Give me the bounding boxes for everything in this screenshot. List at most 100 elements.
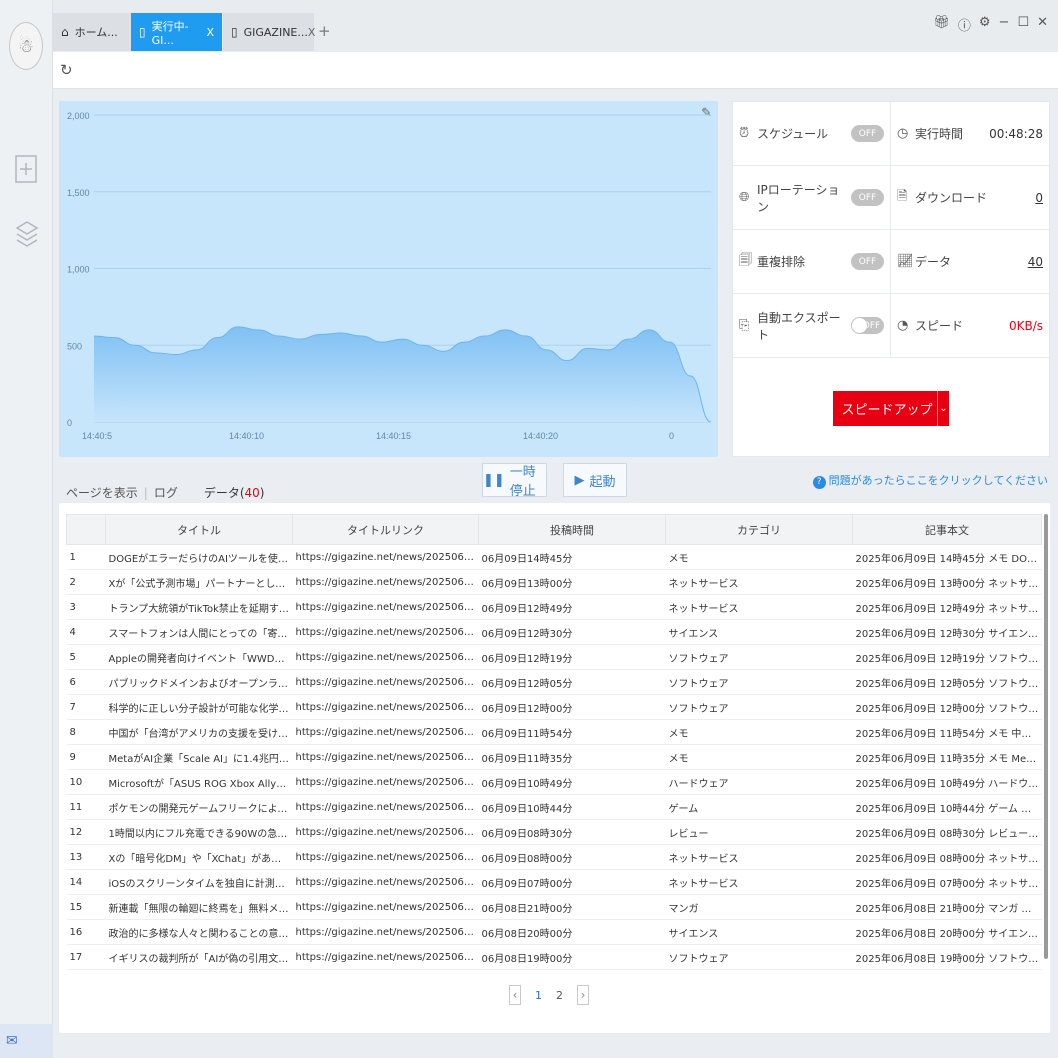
- start-button[interactable]: ▶ 起動: [563, 463, 627, 497]
- close-tab-button[interactable]: X: [206, 26, 214, 39]
- table-cell: MetaがAI企業「Scale AI」に1.4兆円規模の投資を...: [105, 744, 293, 770]
- tab-page-view[interactable]: ページを表示: [66, 484, 144, 501]
- help-link[interactable]: ? 問題があったらここをクリックしてください: [812, 472, 1048, 489]
- pause-icon: ❚❚: [483, 472, 505, 488]
- tab-running[interactable]: ▯ 実行中-GI... X: [131, 13, 222, 51]
- table-row[interactable]: 10Microsoftが「ASUS ROG Xbox Ally」で携帯型ゲ...…: [66, 769, 1042, 795]
- pause-label: 一時停止: [509, 465, 536, 499]
- settings-icon[interactable]: ⚙: [979, 15, 991, 34]
- next-page-button[interactable]: ›: [577, 985, 589, 1005]
- table-cell: 2025年06月09日 11時54分 メモ 中国が「台湾が...: [852, 719, 1042, 745]
- table-row[interactable]: 7科学的に正しい分子設計が可能な化学特化AI推論...https://gigaz…: [66, 694, 1042, 720]
- download-value[interactable]: 0: [1035, 191, 1043, 205]
- data-value[interactable]: 40: [1028, 255, 1043, 269]
- row-index: 5: [66, 644, 106, 670]
- prev-page-button[interactable]: ‹: [509, 985, 521, 1005]
- speed-value: 0KB/s: [1008, 318, 1043, 333]
- row-index: 13: [66, 844, 106, 870]
- table-row[interactable]: 13Xの「暗号化DM」や「XChat」があまりよくない...https://gi…: [66, 844, 1042, 870]
- table-cell: Microsoftが「ASUS ROG Xbox Ally」で携帯型ゲ...: [105, 769, 293, 795]
- ip-rotation-toggle[interactable]: OFF: [851, 189, 884, 206]
- table-cell: ネットサービス: [665, 844, 853, 870]
- table-row[interactable]: 8中国が「台湾がアメリカの支援を受けて5つのサ...https://gigazi…: [66, 719, 1042, 745]
- table-row[interactable]: 16政治的に多様な人々と関わることの意外なデメリ...https://gigaz…: [66, 919, 1042, 945]
- refresh-icon[interactable]: ↻: [60, 61, 73, 79]
- column-header[interactable]: カテゴリ: [665, 514, 853, 545]
- table-row[interactable]: 2Xが「公式予測市場」パートナーとしてPolymark...https://gi…: [66, 569, 1042, 595]
- column-header[interactable]: タイトルリンク: [292, 514, 479, 545]
- table-row[interactable]: 6パブリックドメインおよびオープンライセンスの...https://gigazi…: [66, 669, 1042, 695]
- table-cell: https://gigazine.net/news/20250609-x-pol…: [292, 569, 479, 595]
- table-row[interactable]: 1DOGEがエラーだらけのAIツールを使って医療サ...https://giga…: [66, 544, 1042, 570]
- table-cell: 1時間以内にフル充電できる90Wの急速充電器が...: [105, 819, 293, 845]
- table-row[interactable]: 17イギリスの裁判所が「AIが偽の引用文を生成した...https://giga…: [66, 944, 1042, 970]
- table-row[interactable]: 11ポケモンの開発元ゲームフリークによるアクショ...https://gigaz…: [66, 794, 1042, 820]
- gift-icon[interactable]: 🎁︎: [933, 15, 950, 34]
- table-cell: https://gigazine.net/news/20250609-beast…: [292, 794, 479, 820]
- tab-home[interactable]: ⌂ ホーム...: [53, 13, 131, 51]
- close-icon[interactable]: ✕: [1037, 15, 1048, 34]
- table-cell: https://gigazine.net/news/20250608-polit…: [292, 919, 479, 945]
- tab-gigazine[interactable]: ▯ GIGAZINE... X: [223, 13, 316, 51]
- table-cell: 2025年06月09日 12時49分 ネットサービス トラ...: [852, 594, 1042, 620]
- row-index: 12: [66, 819, 106, 845]
- table-cell: 2025年06月09日 11時35分 メモ MetaがAI企業「S...: [852, 744, 1042, 770]
- column-header[interactable]: タイトル: [105, 514, 293, 545]
- row-index: 17: [66, 944, 106, 970]
- auto-export-label: 自動エクスポート: [757, 310, 841, 342]
- table-cell: https://gigazine.net/news/20250609-meta-…: [292, 744, 479, 770]
- table-row[interactable]: 9MetaがAI企業「Scale AI」に1.4兆円規模の投資を...https…: [66, 744, 1042, 770]
- new-task-icon[interactable]: [15, 155, 37, 188]
- chevron-down-icon[interactable]: ⌄: [937, 391, 949, 426]
- data-table: タイトル タイトルリンク 投稿時間 カテゴリ 記事本文 1 DOGEがエラーだらけ…: [66, 514, 1042, 970]
- speed-label: スピード: [915, 319, 964, 333]
- table-cell: 中国が「台湾がアメリカの支援を受けて5つのサ...: [105, 719, 293, 745]
- table-row[interactable]: 5Appleの開発者向けイベント「WWDC2025」で発...https://g…: [66, 644, 1042, 670]
- row-index: 6: [66, 669, 106, 695]
- download-label: ダウンロード: [915, 191, 988, 205]
- table-cell: https://gigazine.net/news/20250609-eleut…: [292, 669, 479, 695]
- add-tab-button[interactable]: +: [318, 22, 331, 40]
- table-row[interactable]: 4スマートフォンは人間にとっての「寄生虫」なの...https://gigazi…: [66, 619, 1042, 645]
- auto-export-toggle[interactable]: OFF: [851, 317, 884, 334]
- column-header[interactable]: 投稿時間: [478, 514, 666, 545]
- message-icon[interactable]: ✉: [0, 1024, 53, 1058]
- speed-chart: ✎ 2,000 1,500 1,000 500 0 14:40:5 14:40:10 14:4…: [59, 101, 718, 457]
- speed-up-label: スピードアップ: [841, 403, 933, 418]
- table-cell: 2025年06月09日 07時00分 ネットサービス iOSの...: [852, 869, 1042, 895]
- page-2[interactable]: 2: [556, 989, 563, 1002]
- minimize-icon[interactable]: −: [999, 15, 1010, 34]
- table-row[interactable]: 15新連載「無限の輪廻に終焉を」無料メンバー向け...https://gigaz…: [66, 894, 1042, 920]
- table-cell: 06月08日20時00分: [478, 919, 666, 945]
- dedup-toggle[interactable]: OFF: [851, 253, 884, 270]
- table-cell: DOGEがエラーだらけのAIツールを使って医療サ...: [105, 544, 293, 570]
- x-tick-label: 14:40:20: [523, 431, 558, 441]
- table-cell: サイエンス: [665, 919, 853, 945]
- table-cell: https://gigazine.net/news/20250609-taiwa…: [292, 719, 479, 745]
- table-cell: ネットサービス: [665, 594, 853, 620]
- page-1[interactable]: 1: [535, 989, 542, 1002]
- table-row[interactable]: 121時間以内にフル充電できる90Wの急速充電器が...https://giga…: [66, 819, 1042, 845]
- help-icon[interactable]: ⓘ: [958, 15, 971, 34]
- table-row[interactable]: 14iOSのスクリーンタイムを独自に計測してウェブ...https://giga…: [66, 869, 1042, 895]
- globe-icon: 🌐︎: [739, 190, 750, 205]
- pause-button[interactable]: ❚❚ 一時停止: [482, 463, 547, 499]
- table-row[interactable]: 3トランプ大統領がTikTok禁止を延期する大統領令...https://gig…: [66, 594, 1042, 620]
- x-tick-label: 14:40:15: [376, 431, 411, 441]
- layers-icon[interactable]: [15, 218, 39, 257]
- row-index: 2: [66, 569, 106, 595]
- row-index: 8: [66, 719, 106, 745]
- column-header[interactable]: 記事本文: [852, 514, 1042, 545]
- table-cell: 06月09日13時00分: [478, 569, 666, 595]
- y-tick-label: 2,000: [67, 111, 90, 121]
- table-scrollbar[interactable]: [1044, 514, 1048, 959]
- close-tab-button[interactable]: X: [308, 26, 316, 39]
- schedule-toggle[interactable]: OFF: [851, 125, 884, 142]
- speed-up-button[interactable]: スピードアップ ⌄: [833, 391, 949, 426]
- table-cell: https://gigazine.net/news/20250609-doge-…: [292, 544, 479, 570]
- avatar[interactable]: ☃: [9, 22, 43, 70]
- tab-log[interactable]: ログ: [148, 484, 184, 501]
- table-cell: iOSのスクリーンタイムを独自に計測してウェブ...: [105, 869, 293, 895]
- table-cell: 新連載「無限の輪廻に終焉を」無料メンバー向け...: [105, 894, 293, 920]
- maximize-icon[interactable]: ☐: [1017, 15, 1029, 34]
